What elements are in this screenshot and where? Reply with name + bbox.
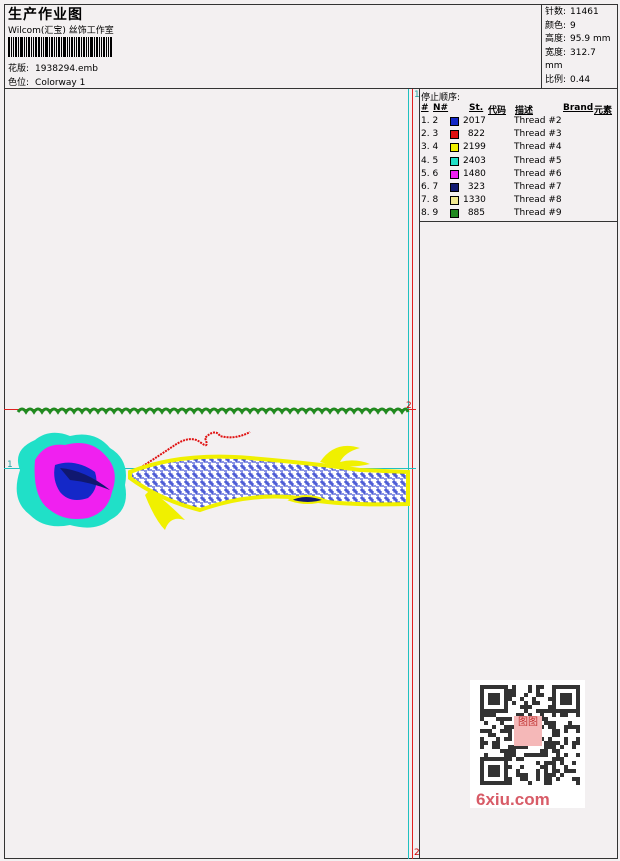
sequence-table-bottom bbox=[419, 221, 618, 222]
stat-colors: 颜色: 9 bbox=[545, 20, 576, 31]
color-swatch bbox=[450, 143, 459, 153]
color-swatch bbox=[450, 130, 459, 140]
row-number: 8. 9 bbox=[421, 208, 439, 219]
yellow-leaf-upper bbox=[320, 445, 370, 467]
col-description: 描述 bbox=[515, 106, 534, 116]
colorway-line: 色位: Colorway 1 bbox=[8, 75, 85, 88]
col-needle: N# bbox=[433, 103, 449, 113]
row-number: 5. 6 bbox=[421, 168, 439, 179]
row-description: Thread #9 bbox=[514, 208, 562, 219]
sequence-row: 1. 2 2017 Thread #2 bbox=[421, 116, 616, 129]
row-description: Thread #3 bbox=[514, 129, 562, 140]
stat-width: 宽度: 312.7 mm bbox=[545, 47, 596, 72]
stats-panel: 针数: 11461 颜色: 9 高度: 95.9 mm 宽度: 312.7 mm 比例:… bbox=[541, 4, 618, 88]
sequence-row: 3. 4 2199 Thread #4 bbox=[421, 142, 616, 155]
colorway-label: 色位: bbox=[8, 78, 30, 88]
design-line: 花版: 1938294.emb bbox=[8, 61, 98, 74]
stat-stitches: 针数: 11461 bbox=[545, 7, 599, 17]
sequence-row: 8. 9 885 Thread #9 bbox=[421, 208, 616, 221]
green-scallop-border bbox=[16, 407, 410, 415]
watermark-text: 6xiu.com bbox=[476, 790, 550, 809]
row-description: Thread #8 bbox=[514, 195, 562, 206]
row-number: 2. 3 bbox=[421, 129, 439, 140]
color-swatch bbox=[450, 183, 459, 192]
row-description: Thread #7 bbox=[514, 182, 562, 192]
embroidery-preview bbox=[16, 407, 410, 530]
row-description: Thread #5 bbox=[514, 155, 562, 166]
rose-flower bbox=[16, 432, 127, 528]
col-stitches: St. bbox=[469, 103, 484, 113]
col-code: 代码 bbox=[488, 106, 507, 116]
sequence-row: 5. 6 1480 Thread #6 bbox=[421, 169, 616, 182]
sequence-title: 停止顺序: bbox=[421, 93, 461, 103]
row-stitches: 2017 bbox=[463, 116, 486, 126]
color-swatch bbox=[450, 196, 459, 206]
row-number: 6. 7 bbox=[421, 182, 439, 192]
color-swatch bbox=[450, 209, 459, 219]
row-stitches: 885 bbox=[467, 208, 485, 219]
sequence-row: 6. 7 323 Thread #7 bbox=[421, 182, 616, 195]
row-description: Thread #2 bbox=[514, 116, 562, 126]
col-num: # bbox=[421, 103, 429, 113]
row-stitches: 2403 bbox=[463, 155, 486, 166]
barcode bbox=[8, 37, 138, 57]
sequence-row: 4. 5 2403 Thread #5 bbox=[421, 156, 616, 169]
stamp-seal: 图图 bbox=[514, 716, 542, 746]
design-label: 花版: bbox=[8, 64, 30, 74]
row-number: 3. 4 bbox=[421, 142, 439, 153]
stat-scale: 比例: 0.44 bbox=[545, 74, 591, 85]
ruler-marker-top: 1 bbox=[414, 90, 420, 100]
row-number: 1. 2 bbox=[421, 116, 439, 126]
ruler-marker-bottom: 2 bbox=[414, 848, 420, 858]
row-stitches: 1480 bbox=[463, 168, 486, 179]
colorway-value: Colorway 1 bbox=[35, 78, 86, 88]
row-stitches: 2199 bbox=[463, 142, 486, 153]
row-stitches: 1330 bbox=[463, 195, 486, 206]
sequence-row: 7. 8 1330 Thread #8 bbox=[421, 195, 616, 208]
row-description: Thread #6 bbox=[514, 168, 562, 179]
row-number: 4. 5 bbox=[421, 155, 439, 166]
row-description: Thread #4 bbox=[514, 142, 562, 153]
page-title: 生产作业图 bbox=[8, 7, 83, 23]
qr-code: 图图 bbox=[470, 680, 585, 808]
design-file: 1938294.emb bbox=[35, 64, 99, 74]
stat-height: 高度: 95.9 mm bbox=[545, 34, 611, 44]
row-stitches: 822 bbox=[467, 129, 485, 140]
color-swatch bbox=[450, 169, 459, 179]
col-brand: Brand bbox=[563, 103, 594, 113]
col-element: 元素 bbox=[594, 106, 613, 116]
color-swatch bbox=[450, 117, 459, 126]
sequence-row: 2. 3 822 Thread #3 bbox=[421, 129, 616, 142]
row-stitches: 323 bbox=[467, 182, 485, 192]
row-number: 7. 8 bbox=[421, 195, 439, 206]
studio-name: Wilcom(汇宝) 丝饰工作室 bbox=[8, 26, 114, 36]
color-swatch bbox=[450, 156, 459, 166]
